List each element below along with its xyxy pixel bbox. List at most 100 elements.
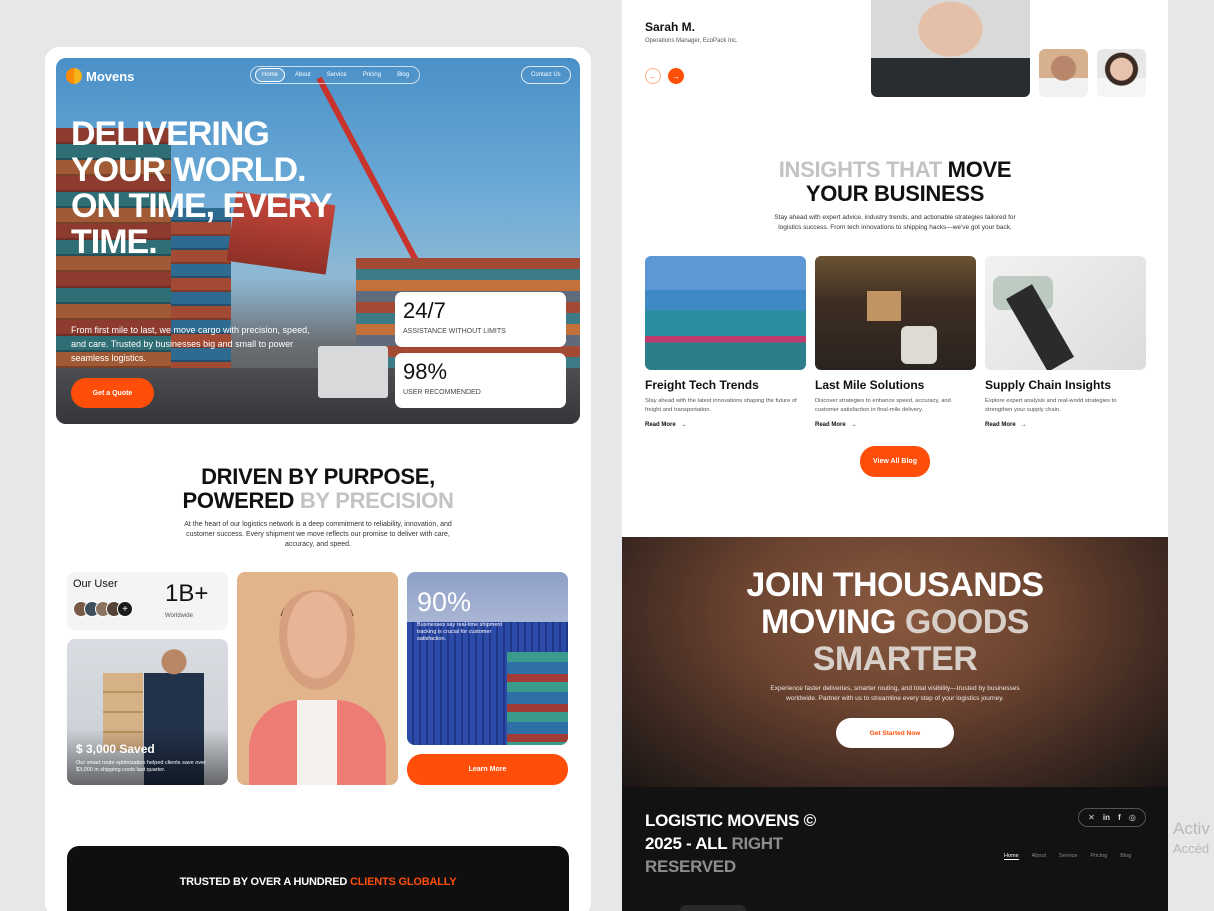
trusted-text-b: CLIENTS GLOBALLY bbox=[350, 876, 457, 888]
tracking-stat-card: 90% Businesses say real-time shipment tr… bbox=[407, 572, 568, 745]
watermark-line-2: Accéd bbox=[1173, 841, 1210, 856]
trusted-text: TRUSTED BY OVER A HUNDRED CLIENTS GLOBAL… bbox=[67, 876, 569, 888]
trusted-text-a: TRUSTED BY OVER A HUNDRED bbox=[179, 876, 350, 888]
social-links: ✕ in f ◎ bbox=[1078, 808, 1146, 827]
brand-name: Movens bbox=[86, 68, 135, 84]
footer-pill bbox=[680, 905, 746, 911]
nav-blog[interactable]: Blog bbox=[391, 69, 415, 81]
arrow-left-icon[interactable]: ← bbox=[645, 68, 661, 84]
user-count-card: Our User + 1B+ Worldwide bbox=[67, 572, 228, 630]
blog-title[interactable]: Freight Tech Trends bbox=[645, 378, 759, 392]
x-icon[interactable]: ✕ bbox=[1088, 813, 1095, 822]
testimonial-role: Operations Manager, EcoPack Inc. bbox=[645, 38, 738, 44]
arrow-right-icon: → bbox=[1020, 422, 1027, 428]
cta-line-1: JOIN THOUSANDS bbox=[746, 566, 1044, 604]
trusted-clients-band: TRUSTED BY OVER A HUNDRED CLIENTS GLOBAL… bbox=[67, 846, 569, 911]
read-more-link[interactable]: Read More → bbox=[815, 422, 857, 428]
stat-card-recommended: 98% USER RECOMMENDED bbox=[395, 353, 566, 408]
nav-home[interactable]: Home bbox=[255, 68, 286, 82]
footer-nav-pricing[interactable]: Pricing bbox=[1090, 853, 1107, 860]
cta-title: JOIN THOUSANDS MOVING GOODS SMARTER bbox=[622, 567, 1168, 678]
footer-nav-about[interactable]: About bbox=[1032, 853, 1046, 860]
purpose-section-text: At the heart of our logistics network is… bbox=[184, 521, 452, 548]
blog-description: Explore expert analysis and real-world s… bbox=[985, 398, 1117, 413]
main-nav: Home About Service Pricing Blog bbox=[250, 66, 421, 84]
homepage-left-panel: Movens Home About Service Pricing Blog C… bbox=[45, 47, 591, 911]
blog-image-supply[interactable] bbox=[985, 256, 1146, 370]
hero-description: From first mile to last, we move cargo w… bbox=[71, 325, 310, 363]
contact-us-button[interactable]: Contact Us bbox=[521, 66, 571, 84]
savings-text: Our smart route optimization helped clie… bbox=[76, 760, 206, 773]
tshirt-image bbox=[297, 700, 337, 785]
stat-label: USER RECOMMENDED bbox=[403, 389, 481, 396]
arrow-right-icon: → bbox=[850, 422, 857, 428]
linkedin-icon[interactable]: in bbox=[1103, 813, 1110, 822]
instagram-icon[interactable]: ◎ bbox=[1129, 813, 1136, 822]
savings-title: $ 3,000 Saved bbox=[76, 742, 155, 756]
cta-line-2a: MOVING bbox=[761, 603, 905, 641]
insights-line-2: YOUR BUSINESS bbox=[805, 181, 985, 206]
hero-title: DELIVERING YOUR WORLD. ON TIME, EVERY TI… bbox=[71, 115, 332, 261]
savings-card: $ 3,000 Saved Our smart route optimizati… bbox=[67, 639, 228, 785]
stat-label: ASSISTANCE WITHOUT LIMITS bbox=[403, 328, 506, 335]
nav-pricing[interactable]: Pricing bbox=[357, 69, 387, 81]
avatar-group: + bbox=[73, 601, 133, 617]
facebook-icon[interactable]: f bbox=[1118, 813, 1121, 822]
footer: LOGISTIC MOVENS © 2025 - ALL RIGHT RESER… bbox=[622, 787, 1168, 911]
learn-more-button[interactable]: Learn More bbox=[407, 754, 568, 785]
testimonial-main-photo bbox=[871, 0, 1030, 97]
read-more-label: Read More bbox=[645, 422, 676, 428]
tracking-value: 90% bbox=[417, 587, 472, 617]
title-line-1: DRIVEN BY PURPOSE, bbox=[201, 464, 435, 489]
testimonial-name: Sarah M. bbox=[645, 20, 696, 34]
stat-value: 24/7 bbox=[403, 298, 446, 323]
brand-logo[interactable]: Movens bbox=[66, 68, 134, 84]
blog-title[interactable]: Last Mile Solutions bbox=[815, 378, 924, 392]
view-all-blog-button[interactable]: View All Blog bbox=[860, 446, 930, 477]
homepage-right-panel: Sarah M. Operations Manager, EcoPack Inc… bbox=[622, 0, 1168, 911]
user-count-sub: Worldwide bbox=[165, 613, 193, 619]
cta-line-3: SMARTER bbox=[812, 640, 978, 678]
cta-section: JOIN THOUSANDS MOVING GOODS SMARTER Expe… bbox=[622, 537, 1168, 787]
cta-text: Experience faster deliveries, smarter ro… bbox=[770, 685, 1020, 702]
man-face-image bbox=[279, 590, 355, 690]
blog-image-lastmile[interactable] bbox=[815, 256, 976, 370]
footer-copyright: LOGISTIC MOVENS © 2025 - ALL RIGHT RESER… bbox=[645, 809, 825, 878]
get-started-button[interactable]: Get Started Now bbox=[836, 718, 954, 748]
user-count-value: 1B+ bbox=[165, 580, 209, 607]
stat-card-support: 24/7 ASSISTANCE WITHOUT LIMITS bbox=[395, 292, 566, 347]
read-more-link[interactable]: Read More → bbox=[985, 422, 1027, 428]
os-activation-watermark: Activ Accéd bbox=[1173, 819, 1210, 859]
footer-nav-home[interactable]: Home bbox=[1004, 853, 1019, 860]
arrow-right-icon: → bbox=[680, 422, 687, 428]
insights-muted: INSIGHTS THAT bbox=[778, 157, 948, 182]
stat-value: 98% bbox=[403, 359, 448, 384]
title-muted: BY PRECISION bbox=[299, 488, 454, 513]
read-more-link[interactable]: Read More → bbox=[645, 422, 687, 428]
title-strong: POWERED bbox=[182, 488, 300, 513]
read-more-label: Read More bbox=[985, 422, 1016, 428]
footer-nav: Home About Service Pricing Blog bbox=[1004, 853, 1131, 860]
testimonial-cutoff bbox=[645, 0, 845, 1]
purpose-section-title: DRIVEN BY PURPOSE, POWERED BY PRECISION bbox=[45, 465, 591, 513]
footer-nav-service[interactable]: Service bbox=[1059, 853, 1077, 860]
nav-about[interactable]: About bbox=[289, 69, 317, 81]
insights-title: INSIGHTS THAT MOVE YOUR BUSINESS bbox=[622, 158, 1168, 206]
user-label: Our User bbox=[73, 578, 118, 590]
plus-icon[interactable]: + bbox=[117, 601, 133, 617]
hero-section: Movens Home About Service Pricing Blog C… bbox=[56, 58, 580, 424]
package-image bbox=[867, 291, 901, 321]
read-more-label: Read More bbox=[815, 422, 846, 428]
get-quote-button[interactable]: Get a Quote bbox=[71, 378, 154, 408]
blog-title[interactable]: Supply Chain Insights bbox=[985, 378, 1111, 392]
blog-image-freight[interactable] bbox=[645, 256, 806, 370]
testimonial-thumb-1[interactable] bbox=[1039, 49, 1088, 97]
title-line-2: POWERED BY PRECISION bbox=[45, 489, 591, 513]
logo-icon bbox=[66, 68, 82, 84]
truck-icon bbox=[318, 346, 388, 398]
arrow-right-icon[interactable]: → bbox=[668, 68, 684, 84]
footer-nav-blog[interactable]: Blog bbox=[1120, 853, 1131, 860]
nav-service[interactable]: Service bbox=[321, 69, 353, 81]
tracking-text: Businesses say real-time shipment tracki… bbox=[417, 622, 502, 642]
testimonial-thumb-2[interactable] bbox=[1097, 49, 1146, 97]
